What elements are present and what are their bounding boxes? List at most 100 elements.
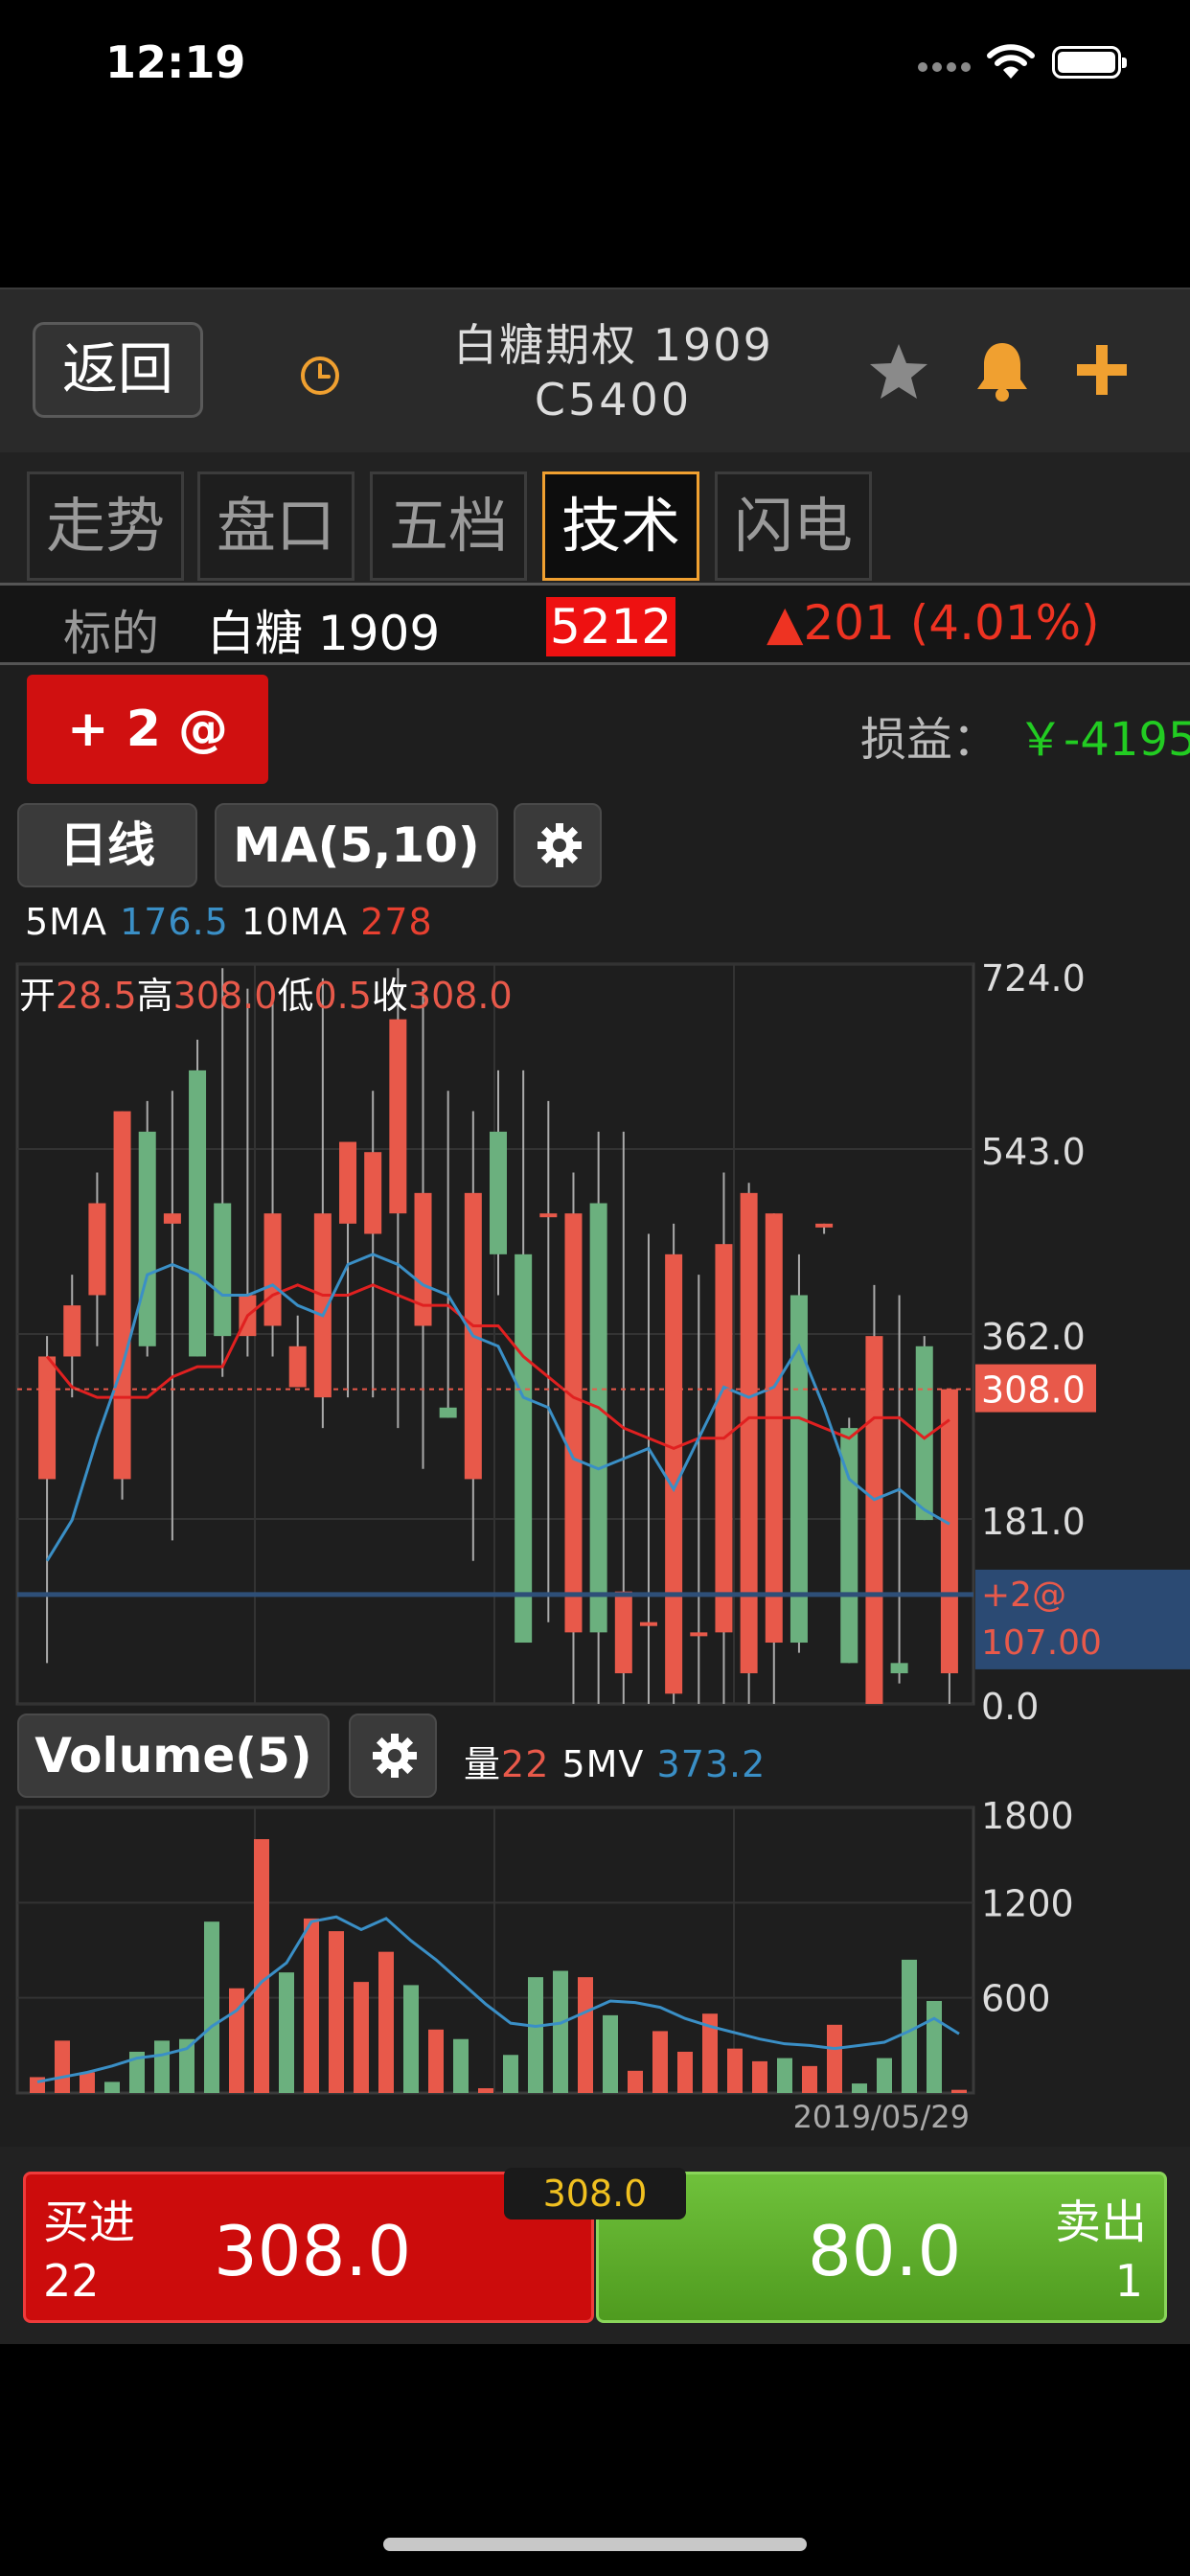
candle-body <box>189 1070 207 1357</box>
y-tick-label: 0.0 <box>981 1686 1039 1719</box>
tab-trend[interactable]: 走势 <box>27 472 184 581</box>
buy-price: 308.0 <box>214 2211 412 2291</box>
period-button[interactable]: 日线 <box>17 803 197 887</box>
mv-label: 5MV <box>561 1743 645 1785</box>
last-price-label: 308.0 <box>981 1369 1086 1412</box>
candle-body <box>639 1622 657 1626</box>
chart-settings-button[interactable] <box>514 803 602 887</box>
candle-body <box>815 1223 834 1228</box>
indicator-button[interactable]: MA(5,10) <box>215 803 498 887</box>
candle-body <box>765 1213 783 1644</box>
underlying-name: 白糖 1909 <box>207 606 441 661</box>
low-value: 0.5 <box>313 975 372 1017</box>
candle-body <box>490 1131 507 1254</box>
close-label: 收 <box>371 975 408 1017</box>
ma10-label: 10MA <box>240 901 349 943</box>
ma5-line <box>45 1253 950 1562</box>
volume-bar <box>752 2060 767 2093</box>
candle-body <box>138 1131 156 1346</box>
candle-body <box>439 1407 457 1418</box>
gear-icon <box>538 823 582 867</box>
volume-indicator-button[interactable]: Volume(5) <box>17 1714 330 1798</box>
volume-bar <box>55 2040 70 2093</box>
sell-label: 卖出 <box>1054 2196 1147 2249</box>
plus-icon[interactable] <box>1075 343 1129 397</box>
volume-value: 22 <box>501 1743 550 1785</box>
sell-quantity: 1 <box>1114 2255 1143 2307</box>
status-time: 12:19 <box>105 36 246 88</box>
volume-bar <box>902 1959 917 2093</box>
volume-bar <box>354 1982 369 2093</box>
ma10-line <box>45 1283 950 1451</box>
mv-value: 373.2 <box>656 1743 767 1785</box>
signal-icon <box>918 58 975 76</box>
volume-bar <box>727 2048 743 2093</box>
open-label: 开 <box>19 975 57 1017</box>
y-tick-label: 1800 <box>981 1795 1074 1837</box>
wifi-icon <box>987 44 1035 79</box>
header: 返回 白糖期权 1909 C5400 <box>0 288 1190 452</box>
y-tick-label: 362.0 <box>981 1316 1086 1358</box>
volume-bar <box>453 2038 469 2093</box>
last-price-tag: 308.0 <box>504 2168 686 2220</box>
candle-body <box>740 1192 758 1674</box>
tab-orderbook[interactable]: 盘口 <box>197 472 355 581</box>
buy-label: 买进 <box>43 2196 136 2249</box>
volume-bar <box>254 1839 269 2093</box>
candle-body <box>614 1591 632 1674</box>
contract-code: C5400 <box>534 374 693 426</box>
buy-quantity: 22 <box>43 2255 100 2307</box>
volume-bar <box>329 1931 344 2093</box>
volume-bar <box>478 2088 493 2093</box>
underlying-label: 标的 <box>63 606 159 661</box>
candle-body <box>564 1213 583 1633</box>
volume-bar <box>927 2000 942 2093</box>
volume-bar <box>503 2055 518 2093</box>
high-label: 高 <box>136 975 173 1017</box>
candle-body <box>589 1203 607 1633</box>
contract-title: 白糖期权 1909 <box>453 319 773 371</box>
volume-bar <box>378 1951 394 2093</box>
back-button[interactable]: 返回 <box>33 322 203 418</box>
volume-bar <box>877 2058 892 2093</box>
position-label: +2@ <box>981 1576 1066 1615</box>
volume-chart[interactable]: 1800 1200 600 2019/05/29 <box>0 1792 1190 2147</box>
volume-label: 量 <box>464 1743 502 1785</box>
tab-lightning[interactable]: 闪电 <box>715 472 872 581</box>
close-value: 308.0 <box>407 975 513 1017</box>
candle-body <box>515 1254 533 1644</box>
candle-body <box>214 1203 232 1337</box>
candle-body <box>163 1213 181 1224</box>
volume-ma-line <box>36 1915 960 2083</box>
candle-body <box>890 1663 908 1674</box>
volume-bar <box>403 1985 419 2093</box>
volume-bar <box>304 1918 319 2093</box>
volume-bar <box>553 1970 568 2093</box>
ma10-value: 278 <box>360 901 433 943</box>
y-tick-label: 600 <box>981 1978 1051 2020</box>
volume-settings-button[interactable] <box>349 1714 437 1798</box>
volume-bar <box>428 2029 444 2093</box>
tab-five-levels[interactable]: 五档 <box>370 472 527 581</box>
position-label: 107.00 <box>981 1623 1102 1663</box>
ma5-label: 5MA <box>25 901 107 943</box>
candle-body <box>288 1346 307 1388</box>
battery-icon <box>1052 46 1127 79</box>
star-icon[interactable] <box>868 341 929 402</box>
volume-bar <box>827 2024 842 2093</box>
volume-bar <box>951 2089 967 2093</box>
candlestick-chart[interactable]: 724.0 543.0 362.0 181.0 0.0 308.0 +2@ 107.00 <box>0 953 1190 1719</box>
underlying-change: ▲201 (4.01%) <box>767 595 1100 651</box>
candle-body <box>389 1019 407 1214</box>
bell-icon[interactable] <box>973 339 1031 402</box>
volume-bar <box>204 1921 219 2093</box>
ma-legend: 5MA 176.5 10MA 278 <box>25 901 433 943</box>
ohlc-legend: 开28.5高308.0低0.5收308.0 <box>19 966 513 1019</box>
volume-bar <box>528 1977 543 2093</box>
tab-technical[interactable]: 技术 <box>542 472 699 581</box>
volume-bar <box>852 2083 867 2093</box>
volume-bar <box>603 2014 618 2093</box>
home-indicator[interactable] <box>383 2538 807 2551</box>
clock-icon[interactable] <box>299 355 341 397</box>
position-badge[interactable]: + 2 @ 107 <box>27 675 268 867</box>
